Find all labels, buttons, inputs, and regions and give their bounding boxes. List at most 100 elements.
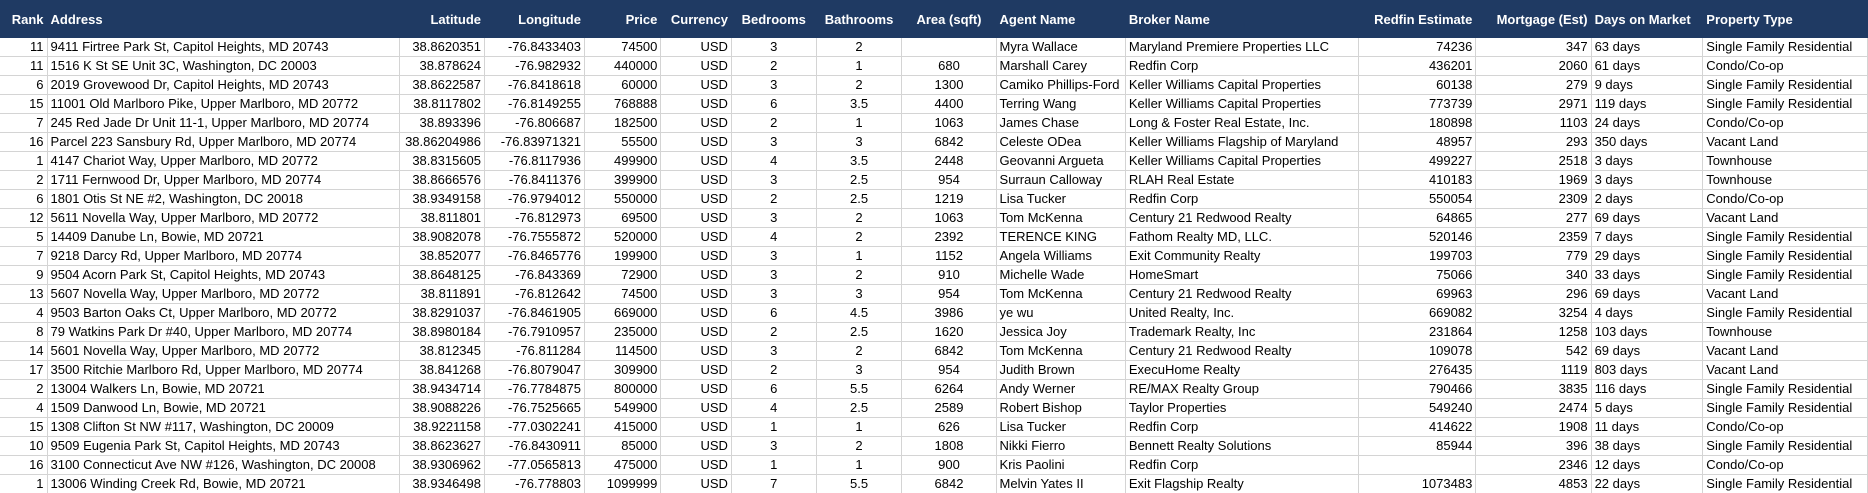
cell-latitude[interactable]: 38.841268 xyxy=(399,360,485,380)
cell-currency[interactable]: USD xyxy=(660,170,732,190)
cell-area[interactable]: 2589 xyxy=(901,398,997,418)
cell-bedrooms[interactable]: 3 xyxy=(731,75,817,95)
cell-bedrooms[interactable]: 4 xyxy=(731,398,817,418)
cell-agent[interactable]: Robert Bishop xyxy=(996,398,1126,418)
cell-mortgage[interactable]: 2309 xyxy=(1475,189,1592,209)
cell-area[interactable]: 2448 xyxy=(901,151,997,171)
cell-longitude[interactable]: -76.7555872 xyxy=(484,227,585,247)
cell-estimate[interactable]: 74236 xyxy=(1358,38,1477,57)
cell-area[interactable]: 1063 xyxy=(901,208,997,228)
cell-agent[interactable]: Melvin Yates II xyxy=(996,474,1126,493)
cell-rank[interactable]: 4 xyxy=(0,303,48,323)
cell-currency[interactable]: USD xyxy=(660,265,732,285)
cell-area[interactable]: 1300 xyxy=(901,75,997,95)
cell-address[interactable]: 9509 Eugenia Park St, Capitol Heights, M… xyxy=(47,436,401,456)
cell-area[interactable]: 1063 xyxy=(901,113,997,133)
cell-estimate[interactable]: 520146 xyxy=(1358,227,1477,247)
cell-mortgage[interactable]: 2474 xyxy=(1475,398,1592,418)
cell-area[interactable]: 6264 xyxy=(901,379,997,399)
cell-mortgage[interactable]: 1908 xyxy=(1475,417,1592,437)
cell-currency[interactable]: USD xyxy=(660,455,732,475)
cell-estimate[interactable]: 60138 xyxy=(1358,75,1477,95)
cell-bedrooms[interactable]: 3 xyxy=(731,341,817,361)
cell-price[interactable]: 768888 xyxy=(584,94,662,114)
cell-bathrooms[interactable]: 1 xyxy=(816,417,903,437)
cell-broker[interactable]: Century 21 Redwood Realty xyxy=(1125,341,1359,361)
cell-bathrooms[interactable]: 2 xyxy=(816,436,903,456)
cell-price[interactable]: 475000 xyxy=(584,455,662,475)
cell-rank[interactable]: 2 xyxy=(0,379,48,399)
cell-bedrooms[interactable]: 2 xyxy=(731,56,817,76)
cell-type[interactable]: Single Family Residential xyxy=(1702,379,1868,399)
cell-type[interactable]: Condo/Co-op xyxy=(1702,56,1868,76)
cell-bathrooms[interactable]: 2.5 xyxy=(816,398,903,418)
cell-longitude[interactable]: -76.812973 xyxy=(484,208,585,228)
cell-bathrooms[interactable]: 1 xyxy=(816,246,903,266)
cell-broker[interactable]: Keller Williams Capital Properties xyxy=(1125,94,1359,114)
cell-type[interactable]: Condo/Co-op xyxy=(1702,113,1868,133)
cell-days[interactable]: 22 days xyxy=(1591,474,1704,493)
cell-longitude[interactable]: -76.8430911 xyxy=(484,436,585,456)
cell-area[interactable]: 900 xyxy=(901,455,997,475)
cell-area[interactable]: 954 xyxy=(901,170,997,190)
cell-type[interactable]: Vacant Land xyxy=(1702,341,1868,361)
cell-longitude[interactable]: -76.83971321 xyxy=(484,132,585,152)
cell-mortgage[interactable]: 347 xyxy=(1475,38,1592,57)
cell-estimate[interactable]: 199703 xyxy=(1358,246,1477,266)
cell-broker[interactable]: Taylor Properties xyxy=(1125,398,1359,418)
cell-days[interactable]: 350 days xyxy=(1591,132,1704,152)
cell-address[interactable]: Parcel 223 Sansbury Rd, Upper Marlboro, … xyxy=(47,132,401,152)
cell-rank[interactable]: 13 xyxy=(0,284,48,304)
cell-latitude[interactable]: 38.8623627 xyxy=(399,436,485,456)
cell-area[interactable]: 6842 xyxy=(901,132,997,152)
cell-currency[interactable]: USD xyxy=(660,379,732,399)
cell-longitude[interactable]: -76.8411376 xyxy=(484,170,585,190)
cell-estimate[interactable]: 550054 xyxy=(1358,189,1477,209)
cell-rank[interactable]: 6 xyxy=(0,189,48,209)
cell-longitude[interactable]: -76.8117936 xyxy=(484,151,585,171)
cell-bathrooms[interactable]: 4.5 xyxy=(816,303,903,323)
cell-days[interactable]: 4 days xyxy=(1591,303,1704,323)
cell-rank[interactable]: 1 xyxy=(0,151,48,171)
cell-broker[interactable]: Keller Williams Flagship of Maryland xyxy=(1125,132,1359,152)
cell-longitude[interactable]: -76.982932 xyxy=(484,56,585,76)
cell-price[interactable]: 74500 xyxy=(584,38,662,57)
cell-longitude[interactable]: -76.7784875 xyxy=(484,379,585,399)
cell-area[interactable]: 2392 xyxy=(901,227,997,247)
cell-currency[interactable]: USD xyxy=(660,151,732,171)
cell-bedrooms[interactable]: 3 xyxy=(731,265,817,285)
cell-mortgage[interactable]: 2518 xyxy=(1475,151,1592,171)
cell-agent[interactable]: James Chase xyxy=(996,113,1126,133)
cell-currency[interactable]: USD xyxy=(660,113,732,133)
cell-estimate[interactable] xyxy=(1358,455,1477,475)
cell-longitude[interactable]: -76.7525665 xyxy=(484,398,585,418)
cell-latitude[interactable]: 38.8315605 xyxy=(399,151,485,171)
cell-longitude[interactable]: -77.0302241 xyxy=(484,417,585,437)
cell-price[interactable]: 60000 xyxy=(584,75,662,95)
cell-rank[interactable]: 17 xyxy=(0,360,48,380)
cell-mortgage[interactable]: 2971 xyxy=(1475,94,1592,114)
cell-address[interactable]: 1509 Danwood Ln, Bowie, MD 20721 xyxy=(47,398,401,418)
cell-longitude[interactable]: -76.812642 xyxy=(484,284,585,304)
cell-days[interactable]: 116 days xyxy=(1591,379,1704,399)
cell-bedrooms[interactable]: 1 xyxy=(731,455,817,475)
column-header-type[interactable]: Property Type xyxy=(1702,0,1868,38)
cell-bedrooms[interactable]: 2 xyxy=(731,113,817,133)
cell-estimate[interactable]: 436201 xyxy=(1358,56,1477,76)
cell-bathrooms[interactable]: 2 xyxy=(816,75,903,95)
cell-address[interactable]: 1308 Clifton St NW #117, Washington, DC … xyxy=(47,417,401,437)
cell-agent[interactable]: Geovanni Argueta xyxy=(996,151,1126,171)
cell-bathrooms[interactable]: 2 xyxy=(816,227,903,247)
cell-mortgage[interactable]: 1969 xyxy=(1475,170,1592,190)
cell-agent[interactable]: Angela Williams xyxy=(996,246,1126,266)
cell-estimate[interactable]: 64865 xyxy=(1358,208,1477,228)
cell-address[interactable]: 245 Red Jade Dr Unit 11-1, Upper Marlbor… xyxy=(47,113,401,133)
cell-days[interactable]: 29 days xyxy=(1591,246,1704,266)
cell-currency[interactable]: USD xyxy=(660,303,732,323)
cell-mortgage[interactable]: 2359 xyxy=(1475,227,1592,247)
cell-area[interactable]: 6842 xyxy=(901,341,997,361)
column-header-currency[interactable]: Currency xyxy=(660,0,732,38)
cell-address[interactable]: 1711 Fernwood Dr, Upper Marlboro, MD 207… xyxy=(47,170,401,190)
cell-estimate[interactable]: 48957 xyxy=(1358,132,1477,152)
cell-address[interactable]: 9411 Firtree Park St, Capitol Heights, M… xyxy=(47,38,401,57)
